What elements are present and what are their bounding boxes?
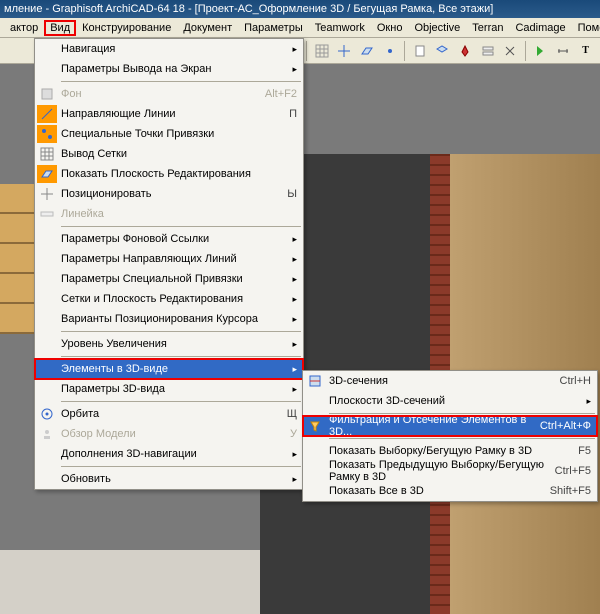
tool-dim-icon[interactable] <box>553 40 574 62</box>
tool-text-icon[interactable]: T <box>575 40 596 62</box>
menu-view[interactable]: Вид <box>44 20 76 36</box>
menu-position[interactable]: ПозиционироватьЫ <box>35 184 303 204</box>
orbit-icon <box>37 405 57 423</box>
menu-3d-params[interactable]: Параметры 3D-вида▸ <box>35 379 303 399</box>
tool-layers-icon[interactable] <box>432 40 453 62</box>
filter-icon <box>305 417 325 435</box>
menu-design[interactable]: Конструирование <box>76 20 177 36</box>
menu-grid-params[interactable]: Сетки и Плоскость Редактирования▸ <box>35 289 303 309</box>
menu-objective[interactable]: Objective <box>408 20 466 36</box>
menu-edit-plane[interactable]: Показать Плоскость Редактирования <box>35 164 303 184</box>
menu-editor[interactable]: актор <box>4 20 44 36</box>
menubar: актор Вид Конструирование Документ Парам… <box>0 18 600 38</box>
tool-arrow-icon[interactable] <box>530 40 551 62</box>
menu-document[interactable]: Документ <box>177 20 238 36</box>
submenu-3d-sections[interactable]: 3D-сеченияCtrl+H <box>303 371 597 391</box>
submenu-show-selection[interactable]: Показать Выборку/Бегущую Рамку в 3DF5 <box>303 441 597 461</box>
menu-zoom[interactable]: Уровень Увеличения▸ <box>35 334 303 354</box>
menu-options[interactable]: Параметры <box>238 20 309 36</box>
browse-icon <box>37 425 57 443</box>
elements-3d-submenu: 3D-сеченияCtrl+H Плоскости 3D-сечений▸ Ф… <box>302 370 598 502</box>
submenu-filter-elements[interactable]: Фильтрация и Отсечение Элементов в 3D...… <box>303 416 597 436</box>
menu-display-options[interactable]: Параметры Вывода на Экран▸ <box>35 59 303 79</box>
tool-plane-icon[interactable] <box>357 40 378 62</box>
tool-doc-icon[interactable] <box>409 40 430 62</box>
submenu-section-planes[interactable]: Плоскости 3D-сечений▸ <box>303 391 597 411</box>
menu-help[interactable]: Помощь <box>572 20 600 36</box>
menu-refresh[interactable]: Обновить▸ <box>35 469 303 489</box>
titlebar: мление - Graphisoft ArchiCAD-64 18 - [Пр… <box>0 0 600 18</box>
menu-snap-params[interactable]: Параметры Специальной Привязки▸ <box>35 269 303 289</box>
menu-cadimage[interactable]: Cadimage <box>509 20 571 36</box>
menu-3d-nav-addons[interactable]: Дополнения 3D-навигации▸ <box>35 444 303 464</box>
menu-grid-display[interactable]: Вывод Сетки <box>35 144 303 164</box>
tool-axis-icon[interactable] <box>334 40 355 62</box>
tool-x-icon[interactable] <box>500 40 521 62</box>
menu-snap-points[interactable]: Специальные Точки Привязки <box>35 124 303 144</box>
plane-icon <box>37 165 57 183</box>
snap-icon <box>37 125 57 143</box>
submenu-show-previous[interactable]: Показать Предыдущую Выборку/Бегущую Рамк… <box>303 461 597 481</box>
tool-stack-icon[interactable] <box>477 40 498 62</box>
menu-background[interactable]: ФонAlt+F2 <box>35 84 303 104</box>
menu-guide-params[interactable]: Параметры Направляющих Линий▸ <box>35 249 303 269</box>
menu-browse-model[interactable]: Обзор МоделиУ <box>35 424 303 444</box>
menu-trace-ref[interactable]: Параметры Фоновой Ссылки▸ <box>35 229 303 249</box>
tool-pin-icon[interactable] <box>455 40 476 62</box>
menu-cursor-params[interactable]: Варианты Позиционирования Курсора▸ <box>35 309 303 329</box>
tool-point-icon[interactable] <box>380 40 401 62</box>
menu-guidelines[interactable]: Направляющие ЛинииП <box>35 104 303 124</box>
grid-icon <box>37 145 57 163</box>
view-menu-dropdown: Навигация▸ Параметры Вывода на Экран▸ Фо… <box>34 38 304 490</box>
menu-navigation[interactable]: Навигация▸ <box>35 39 303 59</box>
square-icon <box>37 85 57 103</box>
menu-window[interactable]: Окно <box>371 20 409 36</box>
guidelines-icon <box>37 105 57 123</box>
position-icon <box>37 185 57 203</box>
menu-teamwork[interactable]: Teamwork <box>309 20 371 36</box>
menu-terran[interactable]: Terran <box>466 20 509 36</box>
menu-orbit[interactable]: ОрбитаЩ <box>35 404 303 424</box>
tool-grid-icon[interactable] <box>311 40 332 62</box>
ruler-icon <box>37 205 57 223</box>
submenu-show-all[interactable]: Показать Все в 3DShift+F5 <box>303 481 597 501</box>
section-icon <box>305 372 325 390</box>
app-title: мление - Graphisoft ArchiCAD-64 18 - [Пр… <box>4 3 493 15</box>
menu-ruler[interactable]: Линейка <box>35 204 303 224</box>
menu-elements-3d[interactable]: Элементы в 3D-виде▸ <box>35 359 303 379</box>
